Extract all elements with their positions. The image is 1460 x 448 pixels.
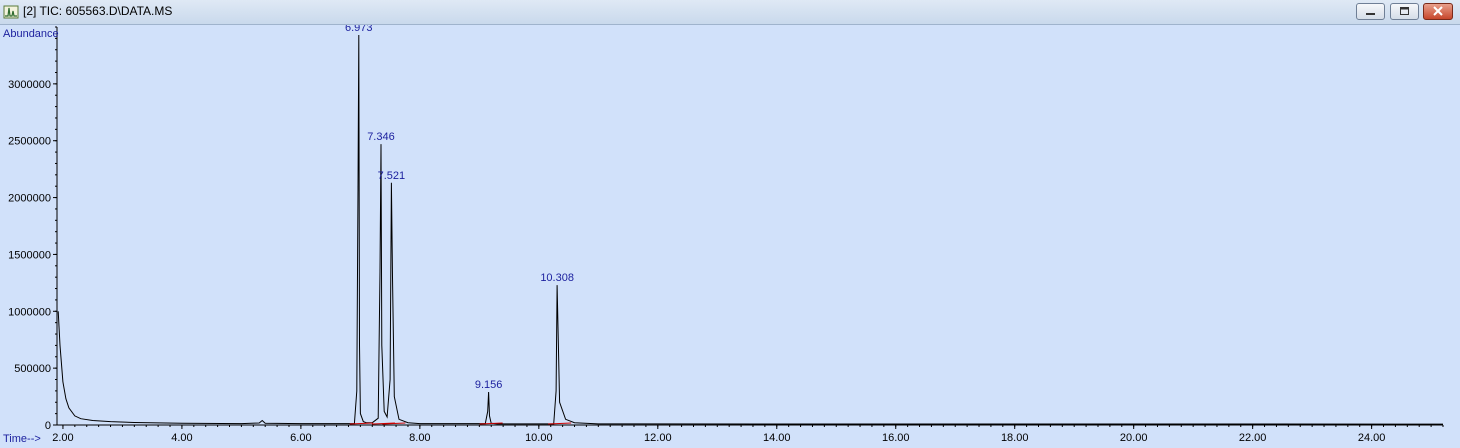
restore-icon (1400, 7, 1409, 15)
x-tick-label: 24.00 (1358, 432, 1386, 444)
chromatogram-app-icon (3, 5, 19, 19)
peak-label: 9.156 (475, 379, 503, 391)
x-axis-title: Time--> (3, 433, 41, 445)
y-axis-title: Abundance (3, 28, 59, 40)
y-tick-label: 2500000 (8, 136, 51, 148)
window-title: [2] TIC: 605563.D\DATA.MS (23, 4, 173, 18)
tic-trace-line (57, 34, 1444, 425)
peak-label: 7.346 (367, 131, 395, 143)
minimize-button[interactable] (1356, 3, 1385, 20)
plot-area[interactable]: 0 500000 1000000 1500000 2000000 2500000 30000… (0, 25, 1460, 448)
peak-label: 7.521 (378, 170, 406, 182)
x-tick-label: 16.00 (882, 432, 910, 444)
peak-label: 6.973 (345, 25, 373, 34)
y-tick-label: 0 (45, 420, 51, 432)
chromatogram-window: [2] TIC: 605563.D\DATA.MS 0 500000 1000000… (0, 0, 1460, 448)
x-tick-label: 8.00 (409, 432, 430, 444)
x-tick-label: 14.00 (763, 432, 791, 444)
y-tick-label: 1500000 (8, 249, 51, 261)
x-tick-label: 12.00 (644, 432, 672, 444)
peak-baseline-mark (548, 422, 572, 425)
x-tick-label: 10.00 (525, 432, 553, 444)
minimize-icon (1366, 13, 1375, 15)
x-tick-label: 22.00 (1239, 432, 1267, 444)
x-tick-label: 20.00 (1120, 432, 1148, 444)
y-tick-label: 1000000 (8, 306, 51, 318)
x-tick-label: 2.00 (52, 432, 73, 444)
peak-label: 10.308 (540, 272, 574, 284)
y-tick-label: 2000000 (8, 193, 51, 205)
x-tick-label: 6.00 (290, 432, 311, 444)
x-tick-label: 18.00 (1001, 432, 1029, 444)
y-tick-label: 3000000 (8, 79, 51, 91)
x-tick-label: 4.00 (171, 432, 192, 444)
y-tick-label: 500000 (14, 363, 51, 375)
title-bar[interactable]: [2] TIC: 605563.D\DATA.MS (0, 0, 1460, 25)
tic-chromatogram: 0 500000 1000000 1500000 2000000 2500000 30000… (3, 25, 1444, 445)
close-button[interactable] (1423, 3, 1453, 20)
restore-button[interactable] (1390, 3, 1419, 20)
close-icon (1433, 6, 1443, 16)
